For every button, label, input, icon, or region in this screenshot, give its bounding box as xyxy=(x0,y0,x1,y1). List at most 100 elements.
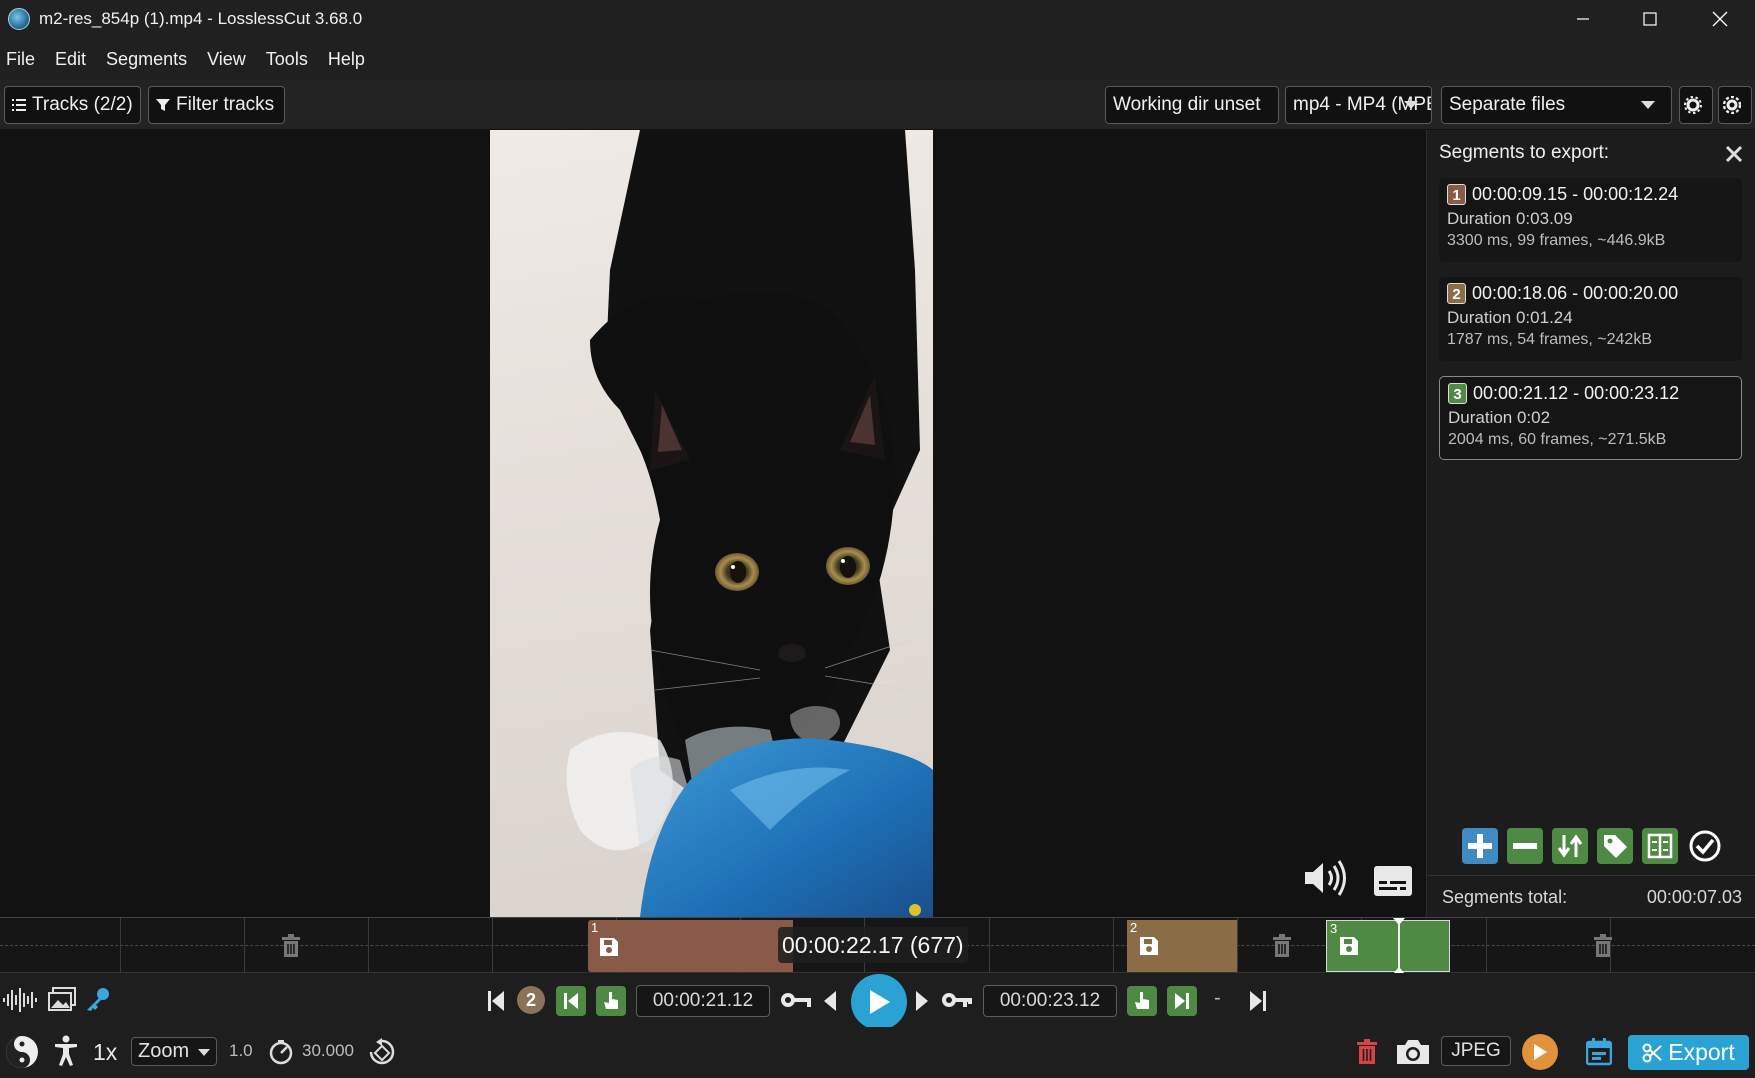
range-separator: - xyxy=(1214,987,1221,1009)
previous-frame-icon[interactable] xyxy=(823,990,837,1012)
key-icon[interactable] xyxy=(85,986,111,1012)
menu-file[interactable]: File xyxy=(6,49,35,70)
subtitles-icon[interactable] xyxy=(1374,866,1412,901)
add-segment-button[interactable] xyxy=(1462,828,1498,864)
menu-bar: File Edit Segments View Tools Help xyxy=(0,38,1755,80)
cut-start-input[interactable]: 00:00:21.12 xyxy=(636,985,770,1017)
filter-tracks-button[interactable]: Filter tracks xyxy=(148,86,285,124)
timeline[interactable]: 1 2 3 00:00:22.17 (677) xyxy=(0,917,1755,974)
rotate-icon[interactable] xyxy=(367,1037,397,1067)
trash-icon[interactable] xyxy=(1356,1039,1378,1065)
label-segment-button[interactable] xyxy=(1597,828,1633,864)
chevron-down-icon xyxy=(1641,101,1655,109)
segment-details: 2004 ms, 60 frames, ~271.5kB xyxy=(1448,431,1667,448)
timeline-tick xyxy=(1113,918,1114,974)
save-icon xyxy=(1340,937,1358,955)
current-time-display: 00:00:22.17 (677) xyxy=(778,927,968,963)
playback-speed[interactable]: 1x xyxy=(93,1039,117,1066)
timeline-tick xyxy=(1237,918,1238,974)
segment-number: 3 xyxy=(1448,383,1467,404)
output-mode-select[interactable]: Separate files xyxy=(1441,86,1672,124)
speedometer-icon[interactable] xyxy=(268,1039,294,1065)
jump-cut-start-icon xyxy=(564,993,578,1009)
jump-cut-end-button[interactable] xyxy=(1167,986,1197,1016)
segment-range: 00:00:18.06 - 00:00:20.00 xyxy=(1472,283,1679,303)
video-frame xyxy=(490,130,933,917)
segment-number: 2 xyxy=(1447,283,1466,304)
split-segment-button[interactable] xyxy=(1642,828,1678,864)
playback-controls: 2 00:00:21.12 00:00:23.12 - xyxy=(0,973,1755,1030)
segment-range: 00:00:21.12 - 00:00:23.12 xyxy=(1473,383,1680,403)
set-cut-start-button[interactable] xyxy=(596,986,626,1016)
zoom-select[interactable]: Zoom xyxy=(131,1037,217,1066)
export-button[interactable]: Export xyxy=(1628,1035,1749,1070)
working-dir-label: Working dir unset xyxy=(1113,94,1261,115)
trash-icon[interactable] xyxy=(1593,934,1613,958)
format-select[interactable]: mp4 - MP4 (MPEG-4 Part 14) xyxy=(1285,86,1432,124)
next-frame-icon[interactable] xyxy=(915,990,929,1012)
segment-card-1[interactable]: 1 00:00:09.15 - 00:00:12.24 Duration 0:03… xyxy=(1439,178,1742,262)
key-icon[interactable] xyxy=(941,991,973,1009)
gear-icon xyxy=(1684,96,1702,114)
timeline-segment-3[interactable]: 3 xyxy=(1326,920,1450,972)
app-icon xyxy=(8,8,30,30)
select-segments-button[interactable] xyxy=(1687,828,1723,864)
segment-card-2[interactable]: 2 00:00:18.06 - 00:00:20.00 Duration 0:01… xyxy=(1439,277,1742,361)
play-button[interactable] xyxy=(851,974,907,1030)
video-player[interactable] xyxy=(0,130,1426,917)
zoom-value: 1.0 xyxy=(229,1041,253,1060)
hand-pointer-icon xyxy=(604,992,618,1009)
timeline-segment-1[interactable]: 1 xyxy=(588,920,793,972)
timeline-tick xyxy=(244,918,245,974)
menu-edit[interactable]: Edit xyxy=(55,49,86,70)
menu-view[interactable]: View xyxy=(207,49,246,70)
jump-cut-start-button[interactable] xyxy=(556,986,586,1016)
working-dir-button[interactable]: Working dir unset xyxy=(1105,86,1279,124)
trash-icon[interactable] xyxy=(281,934,301,958)
auto-export-button[interactable] xyxy=(1522,1034,1558,1070)
settings-button[interactable] xyxy=(1718,86,1752,124)
playhead-top-marker xyxy=(1393,918,1405,925)
tracks-button[interactable]: Tracks (2/2) xyxy=(4,86,141,124)
title-bar: m2-res_854p (1).mp4 - LosslessCut 3.68.0 xyxy=(0,0,1755,38)
camera-icon[interactable] xyxy=(1396,1039,1430,1065)
close-sidebar-icon[interactable] xyxy=(1724,144,1744,169)
jump-to-start-icon[interactable] xyxy=(487,990,505,1012)
cut-end-input[interactable]: 00:00:23.12 xyxy=(983,985,1117,1017)
jump-to-end-icon[interactable] xyxy=(1249,990,1267,1012)
export-settings-button[interactable] xyxy=(1679,86,1713,124)
capture-format-select[interactable]: JPEG xyxy=(1441,1036,1511,1066)
check-circle-icon xyxy=(1689,830,1721,862)
menu-tools[interactable]: Tools xyxy=(266,49,308,70)
fps-value[interactable]: 30.000 xyxy=(302,1041,354,1061)
timeline-segment-2[interactable]: 2 xyxy=(1127,920,1237,972)
segment-number: 1 xyxy=(1447,184,1466,205)
segment-details: 1787 ms, 54 frames, ~242kB xyxy=(1447,331,1652,348)
waveform-icon[interactable] xyxy=(2,987,38,1013)
save-icon xyxy=(600,938,618,956)
theme-toggle-icon[interactable] xyxy=(5,1035,39,1069)
key-icon[interactable] xyxy=(780,991,812,1009)
reorder-segments-button[interactable] xyxy=(1552,828,1588,864)
gear-icon xyxy=(1723,96,1741,114)
thumbnails-icon[interactable] xyxy=(48,987,76,1011)
menu-help[interactable]: Help xyxy=(328,49,365,70)
maximize-icon[interactable] xyxy=(1615,0,1685,38)
segment-duration: Duration 0:02 xyxy=(1448,408,1551,427)
segment-badge[interactable]: 2 xyxy=(517,986,545,1014)
segment-card-3[interactable]: 3 00:00:21.12 - 00:00:23.12 Duration 0:02… xyxy=(1439,376,1742,460)
export-label: Export xyxy=(1668,1039,1735,1065)
remove-segment-button[interactable] xyxy=(1507,828,1543,864)
hand-pointer-icon xyxy=(1135,992,1149,1009)
accessibility-icon[interactable] xyxy=(53,1035,79,1067)
set-cut-end-button[interactable] xyxy=(1127,986,1157,1016)
minimize-icon[interactable] xyxy=(1548,0,1618,38)
volume-icon[interactable] xyxy=(1303,860,1351,901)
menu-segments[interactable]: Segments xyxy=(106,49,187,70)
play-icon xyxy=(1534,1044,1547,1060)
filter-tracks-label: Filter tracks xyxy=(176,94,275,115)
calendar-icon[interactable] xyxy=(1586,1038,1612,1066)
minus-icon xyxy=(1513,843,1537,849)
trash-icon[interactable] xyxy=(1272,934,1292,958)
close-icon[interactable] xyxy=(1685,0,1755,38)
